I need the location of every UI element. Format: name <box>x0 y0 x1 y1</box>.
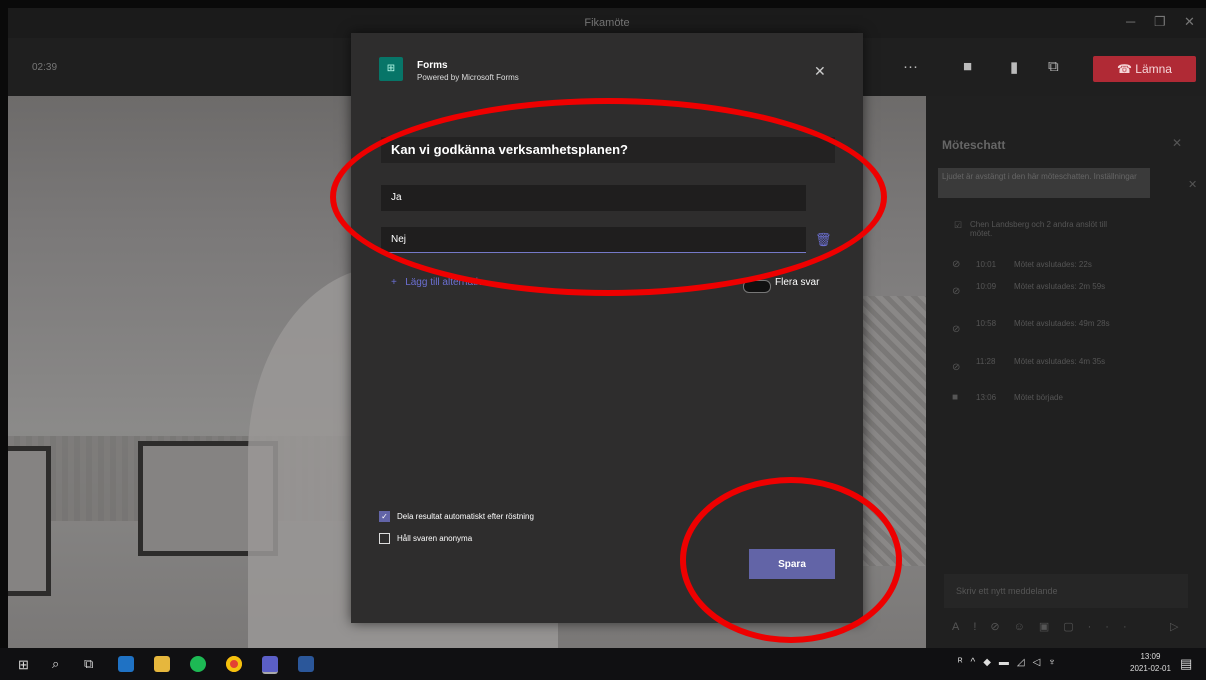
add-option-label: Lägg till alternativ <box>405 277 484 288</box>
meeting-start-icon: ■ <box>952 392 959 403</box>
app-name: Forms <box>417 60 448 71</box>
compose-tools-icons[interactable]: A!⊘☺▣▢··· <box>952 620 1141 633</box>
call-end-icon: ⊘ <box>952 324 961 335</box>
delete-option-icon[interactable]: 🗑 <box>815 232 832 248</box>
notifications-icon[interactable]: ▤ <box>1180 656 1192 672</box>
banner-close-icon[interactable]: ✕ <box>1188 178 1197 191</box>
windows-taskbar: ⊞ ⌕ ⧉ ᴿ^◆▬◿◁♆ 13:09 2021-02-01 ▤ <box>0 648 1206 680</box>
system-tray-icons[interactable]: ᴿ^◆▬◿◁♆ <box>958 657 1064 668</box>
app-subtitle: Powered by Microsoft Forms <box>417 73 519 82</box>
question-input[interactable]: Kan vi godkänna verksamhetsplanen? <box>381 137 835 163</box>
start-icon[interactable]: ⊞ <box>18 657 29 673</box>
more-options-icon[interactable]: ··· <box>903 58 918 75</box>
chat-event: Mötet började <box>1014 393 1063 402</box>
clock-date: 2021-02-01 <box>1130 664 1171 673</box>
chat-event-time: 10:09 <box>976 282 997 291</box>
meeting-timer: 02:39 <box>32 62 58 73</box>
leave-label: Lämna <box>1135 62 1172 76</box>
chat-event: Mötet avslutades: 22s <box>1014 260 1092 269</box>
anonymous-label: Håll svaren anonyma <box>397 534 473 543</box>
chat-event: Mötet avslutades: 4m 35s <box>1014 357 1106 366</box>
chat-muted-banner[interactable]: Ljudet är avstängt i den här möteschatte… <box>938 168 1150 198</box>
search-icon[interactable]: ⌕ <box>52 656 59 672</box>
clock-time: 13:09 <box>1140 652 1161 661</box>
chat-event-time: 10:58 <box>976 319 997 328</box>
join-icon: ☑ <box>954 220 963 230</box>
chat-event: Mötet avslutades: 2m 59s <box>1014 282 1106 291</box>
chat-event-time: 13:06 <box>976 393 997 402</box>
minimize-icon[interactable]: ─ <box>1126 14 1135 29</box>
multi-answer-label: Flera svar <box>775 277 820 288</box>
forms-dialog: ⊞ Forms Powered by Microsoft Forms ✕ Kan… <box>351 33 863 623</box>
spotify-icon[interactable] <box>190 656 206 672</box>
teams-icon[interactable] <box>262 656 278 674</box>
file-explorer-icon[interactable] <box>154 656 170 672</box>
share-results-checkbox[interactable]: ✓ <box>379 511 390 522</box>
window-close-icon[interactable]: ✕ <box>1184 14 1195 30</box>
plus-icon: + <box>391 277 406 288</box>
multi-answer-toggle[interactable] <box>743 280 771 293</box>
chat-event-time: 11:28 <box>976 357 996 366</box>
forms-app-icon: ⊞ <box>379 57 403 81</box>
hangup-icon: ☎ <box>1117 62 1136 76</box>
word-icon[interactable] <box>298 656 314 672</box>
share-screen-icon[interactable]: ⧉ <box>1048 58 1059 75</box>
anonymous-checkbox[interactable] <box>379 533 390 544</box>
window-title: Fikamöte <box>584 17 630 29</box>
chat-title: Möteschatt <box>942 138 1006 152</box>
call-end-icon: ⊘ <box>952 259 961 270</box>
chat-close-icon[interactable]: ✕ <box>1172 136 1182 150</box>
meeting-chat-panel: Möteschatt ✕ Ljudet är avstängt i den hä… <box>926 96 1206 648</box>
call-end-icon: ⊘ <box>952 286 961 297</box>
maximize-icon[interactable]: ❐ <box>1154 14 1166 30</box>
call-end-icon: ⊘ <box>952 362 961 373</box>
add-option-button[interactable]: + Lägg till alternativ <box>391 277 483 288</box>
taskbar-clock[interactable]: 13:09 2021-02-01 <box>1130 651 1171 675</box>
save-button[interactable]: Spara <box>749 549 835 579</box>
chat-event: Chen Landsberg och 2 andra anslöt till m… <box>970 220 1107 238</box>
chat-event: Mötet avslutades: 49m 28s <box>1014 319 1110 328</box>
outlook-icon[interactable] <box>118 656 134 672</box>
leave-button[interactable]: ☎ Lämna <box>1093 56 1196 82</box>
option-input-2[interactable]: Nej <box>381 227 806 253</box>
chrome-icon[interactable] <box>226 656 242 672</box>
microphone-icon[interactable]: ▮ <box>1010 58 1018 76</box>
option-input-1[interactable]: Ja <box>381 185 806 211</box>
camera-icon[interactable]: ■ <box>963 58 972 75</box>
send-icon[interactable]: ▷ <box>1170 620 1178 633</box>
share-results-label: Dela resultat automatiskt efter röstning <box>397 512 534 521</box>
task-view-icon[interactable]: ⧉ <box>84 656 93 672</box>
wall-picture-left <box>8 446 51 596</box>
close-icon[interactable]: ✕ <box>814 63 826 80</box>
chat-compose-input[interactable]: Skriv ett nytt meddelande <box>944 574 1188 608</box>
chat-event-time: 10:01 <box>976 260 997 269</box>
